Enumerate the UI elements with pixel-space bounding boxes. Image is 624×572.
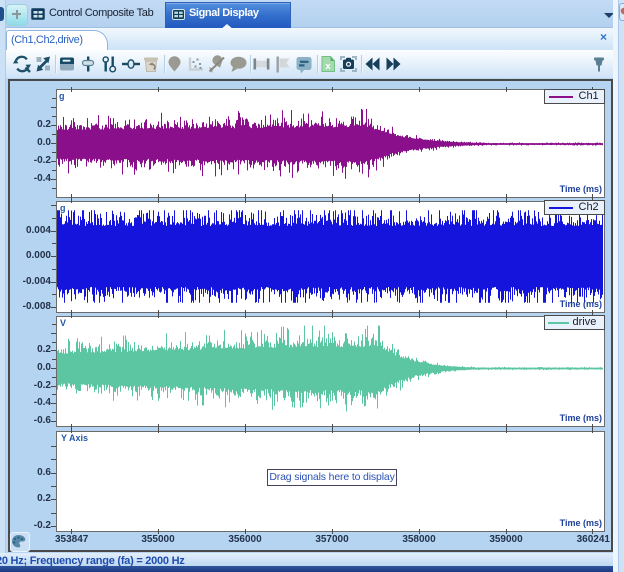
svg-text:x: x (325, 61, 331, 72)
